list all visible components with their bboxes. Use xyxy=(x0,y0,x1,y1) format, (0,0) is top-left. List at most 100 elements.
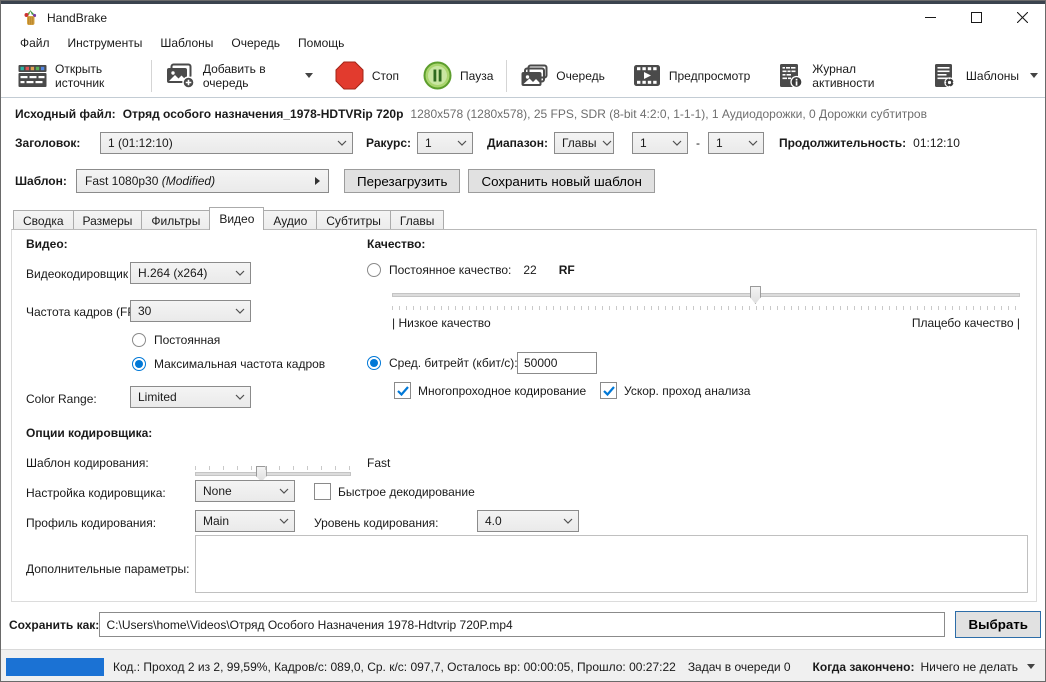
framerate-peak-radio[interactable]: Максимальная частота кадров xyxy=(132,357,325,371)
radio-checked-icon xyxy=(367,356,381,370)
video-encoder-select[interactable]: H.264 (x264) xyxy=(130,262,251,284)
queue-button[interactable]: Очередь xyxy=(513,59,612,93)
preset-select[interactable]: Fast 1080p30 (Modified) xyxy=(76,169,329,193)
activity-log-label: Журнал активности xyxy=(812,62,904,90)
title-select[interactable]: 1 (01:12:10) xyxy=(100,132,353,154)
preview-icon xyxy=(633,64,661,87)
activity-log-icon xyxy=(778,63,804,89)
angle-label: Ракурс: xyxy=(366,136,411,150)
presets-toolbar-button[interactable]: Шаблоны xyxy=(925,58,1045,94)
tab-dimensions[interactable]: Размеры xyxy=(73,210,143,230)
menubar: Файл Инструменты Шаблоны Очередь Помощь xyxy=(1,31,1045,54)
multipass-checkbox[interactable]: Многопроходное кодирование xyxy=(394,382,586,399)
chevron-down-icon xyxy=(235,394,245,400)
title-label: Заголовок: xyxy=(15,136,100,150)
pause-label: Пауза xyxy=(460,69,493,83)
bitrate-input[interactable] xyxy=(517,352,597,374)
tab-filters[interactable]: Фильтры xyxy=(141,210,210,230)
chevron-down-icon xyxy=(748,140,758,146)
open-source-button[interactable]: Открыть источник xyxy=(11,57,145,95)
minimize-button[interactable] xyxy=(907,4,953,31)
add-to-queue-icon xyxy=(165,63,195,89)
pause-button[interactable]: Пауза xyxy=(416,56,500,95)
framerate-label: Частота кадров (FP xyxy=(26,305,130,319)
color-range-select[interactable]: Limited xyxy=(130,386,251,408)
encoder-options-title: Опции кодировщика: xyxy=(26,426,152,440)
range-end-select[interactable]: 1 xyxy=(708,132,764,154)
window-title: HandBrake xyxy=(47,11,107,25)
encoder-profile-select[interactable]: Main xyxy=(195,510,295,532)
handbrake-window: HandBrake Файл Инструменты Шаблоны Очере… xyxy=(0,0,1046,682)
tab-video[interactable]: Видео xyxy=(209,207,264,230)
preview-button[interactable]: Предпросмотр xyxy=(626,59,757,92)
menu-help[interactable]: Помощь xyxy=(289,33,353,53)
menu-file[interactable]: Файл xyxy=(11,33,59,53)
menu-queue[interactable]: Очередь xyxy=(222,33,289,53)
tab-subtitles[interactable]: Субтитры xyxy=(316,210,391,230)
chevron-down-icon xyxy=(279,518,289,524)
chevron-down-icon xyxy=(235,308,245,314)
avg-bitrate-radio[interactable]: Сред. битрейт (кбит/с): xyxy=(367,356,518,370)
save-new-preset-button[interactable]: Сохранить новый шаблон xyxy=(468,169,654,193)
activity-log-button[interactable]: Журнал активности xyxy=(771,57,911,95)
turbo-analysis-checkbox[interactable]: Ускор. проход анализа xyxy=(600,382,750,399)
maximize-button[interactable] xyxy=(953,4,999,31)
preset-label: Шаблон: xyxy=(15,174,76,188)
constant-quality-radio[interactable]: Постоянное качество: 22 RF xyxy=(367,263,575,277)
encoder-tune-select[interactable]: None xyxy=(195,480,295,502)
stop-icon xyxy=(335,61,364,90)
encoder-preset-label: Шаблон кодирования: xyxy=(26,456,149,470)
range-type-select[interactable]: Главы xyxy=(554,132,614,154)
statusbar: Код.: Проход 2 из 2, 99,59%, Кадров/с: 0… xyxy=(1,649,1045,682)
when-done-label: Когда закончено: xyxy=(813,660,915,674)
framerate-constant-radio[interactable]: Постоянная xyxy=(132,333,220,347)
chevron-down-icon xyxy=(305,73,313,78)
source-label: Исходный файл: xyxy=(15,107,116,121)
duration-label: Продолжительность: xyxy=(779,136,906,150)
open-source-label: Открыть источник xyxy=(55,62,138,90)
tab-audio[interactable]: Аудио xyxy=(263,210,317,230)
save-as-row: Сохранить как: Выбрать xyxy=(9,611,1041,638)
toolbar-separator xyxy=(506,60,507,92)
queue-label: Очередь xyxy=(556,69,605,83)
quality-slider[interactable] xyxy=(392,286,1020,304)
toolbar-divider xyxy=(1,97,1045,98)
reload-preset-button[interactable]: Перезагрузить xyxy=(344,169,460,193)
stop-button[interactable]: Стоп xyxy=(328,56,406,95)
save-path-input[interactable] xyxy=(99,612,945,637)
angle-select[interactable]: 1 xyxy=(417,132,473,154)
queue-count-text: Задач в очереди 0 xyxy=(688,660,791,674)
checkbox-icon xyxy=(314,483,331,500)
toolbar: Открыть источник Добавить в очередь xyxy=(1,54,1045,97)
encoder-level-select[interactable]: 4.0 xyxy=(477,510,579,532)
constant-quality-value: 22 xyxy=(523,263,536,277)
checkbox-checked-icon xyxy=(600,382,617,399)
close-button[interactable] xyxy=(999,4,1045,31)
quality-slider-ticks xyxy=(392,306,1020,310)
range-start-select[interactable]: 1 xyxy=(632,132,688,154)
source-info-row: Исходный файл: Отряд особого назначения_… xyxy=(15,107,1039,121)
chevron-down-icon xyxy=(337,140,347,146)
quality-slider-handle[interactable] xyxy=(750,286,761,304)
chevron-down-icon xyxy=(1027,664,1035,669)
extra-options-textarea[interactable] xyxy=(195,535,1028,593)
framerate-select[interactable]: 30 xyxy=(130,300,251,322)
menu-presets[interactable]: Шаблоны xyxy=(151,33,222,53)
tab-chapters[interactable]: Главы xyxy=(390,210,445,230)
when-done-control[interactable]: Когда закончено: Ничего не делать xyxy=(813,660,1035,674)
radio-icon xyxy=(367,263,381,277)
browse-button[interactable]: Выбрать xyxy=(955,611,1041,638)
encode-progress-bar xyxy=(6,658,104,676)
add-to-queue-label: Добавить в очередь xyxy=(203,62,294,90)
add-to-queue-button[interactable]: Добавить в очередь xyxy=(158,57,320,95)
presets-icon xyxy=(932,63,958,89)
tab-summary[interactable]: Сводка xyxy=(13,210,74,230)
pause-icon xyxy=(423,61,452,90)
fast-decode-checkbox[interactable]: Быстрое декодирование xyxy=(314,483,475,500)
stop-label: Стоп xyxy=(372,69,399,83)
video-section-title: Видео: xyxy=(26,237,68,251)
encoder-profile-label: Профиль кодирования: xyxy=(26,516,156,530)
clapperboard-icon xyxy=(18,64,47,88)
menu-tools[interactable]: Инструменты xyxy=(59,33,152,53)
chevron-down-icon xyxy=(1030,73,1038,78)
